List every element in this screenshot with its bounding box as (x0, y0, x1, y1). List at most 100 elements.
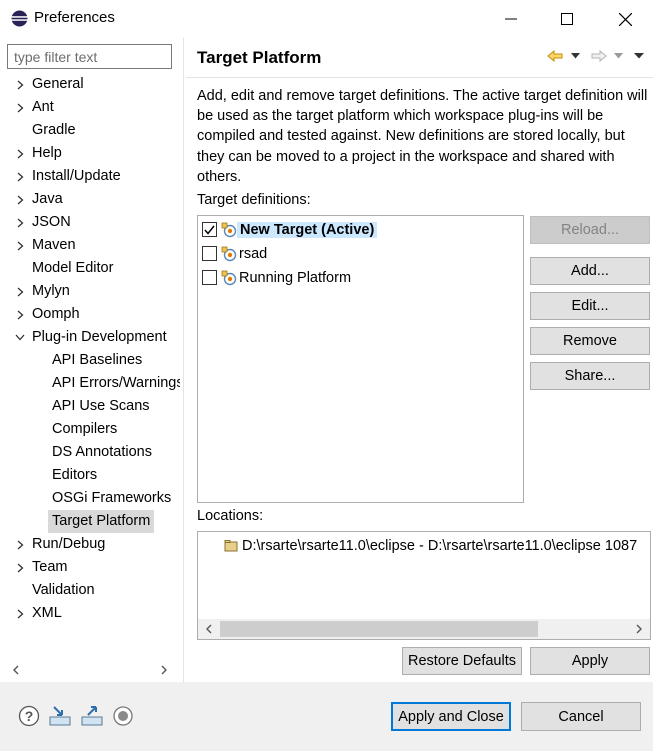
tree-item[interactable]: API Baselines (0, 349, 180, 372)
tree-item[interactable]: Run/Debug (0, 533, 180, 556)
tree-item-label: Validation (32, 582, 95, 598)
chevron-right-icon[interactable] (14, 211, 26, 234)
import-preferences-icon[interactable] (48, 705, 71, 727)
share-button[interactable]: Share... (530, 362, 650, 390)
tree-item[interactable]: Mylyn (0, 280, 180, 303)
target-definition-item[interactable]: Running Platform (202, 266, 351, 289)
scroll-track (27, 662, 153, 678)
target-definition-label: Running Platform (239, 269, 352, 286)
forward-arrow-icon[interactable] (589, 46, 609, 66)
tree-item[interactable]: Validation (0, 579, 180, 602)
eclipse-app-icon (11, 10, 28, 27)
scroll-left-icon[interactable] (200, 619, 218, 639)
chevron-right-icon[interactable] (14, 280, 26, 303)
tree-item-label: Help (32, 145, 62, 161)
export-preferences-icon[interactable] (80, 705, 103, 727)
tree-item-label: Install/Update (32, 168, 121, 184)
target-definition-item[interactable]: New Target (Active) (202, 218, 378, 241)
restore-defaults-button[interactable]: Restore Defaults (402, 647, 522, 675)
chevron-down-icon[interactable] (14, 326, 26, 349)
tree-item[interactable]: Maven (0, 234, 180, 257)
remove-button[interactable]: Remove (530, 327, 650, 355)
tree-item[interactable]: Team (0, 556, 180, 579)
chevron-right-icon[interactable] (14, 73, 26, 96)
locations-horizontal-scrollbar[interactable] (198, 619, 650, 639)
tree-item[interactable]: Plug-in Development (0, 326, 180, 349)
tree-item-label: API Baselines (52, 352, 143, 368)
svg-text:?: ? (25, 708, 34, 724)
tree-item[interactable]: General (0, 73, 180, 96)
chevron-right-icon[interactable] (14, 165, 26, 188)
header-separator (186, 77, 653, 78)
apply-and-close-button[interactable]: Apply and Close (391, 702, 511, 731)
back-arrow-icon[interactable] (545, 46, 565, 66)
target-definitions-list[interactable]: New Target (Active) rsad Running Platform (197, 215, 524, 503)
chevron-right-icon[interactable] (14, 533, 26, 556)
close-icon (618, 12, 632, 26)
minimize-button[interactable] (483, 0, 539, 38)
filter-input[interactable] (7, 44, 172, 69)
target-checkbox[interactable] (202, 270, 217, 285)
chevron-right-icon[interactable] (14, 556, 26, 579)
edit-button[interactable]: Edit... (530, 292, 650, 320)
apply-button[interactable]: Apply (530, 647, 650, 675)
back-menu-chevron-down-icon[interactable] (569, 46, 581, 66)
panel-divider[interactable] (183, 38, 184, 682)
page-description: Add, edit and remove target definitions.… (197, 88, 648, 185)
tree-item[interactable]: Model Editor (0, 257, 180, 280)
locations-list[interactable]: D:\rsarte\rsarte11.0\eclipse - D:\rsarte… (197, 531, 651, 640)
tree-item[interactable]: Oomph (0, 303, 180, 326)
scroll-left-icon[interactable] (7, 660, 25, 680)
chevron-right-icon[interactable] (14, 142, 26, 165)
target-checkbox[interactable] (202, 246, 217, 261)
tree-item-label: Plug-in Development (32, 329, 167, 345)
tree-item-label: General (32, 76, 84, 92)
target-checkbox[interactable] (202, 222, 217, 237)
tree-item[interactable]: Ant (0, 96, 180, 119)
target-definition-icon (221, 270, 237, 286)
tree-item-label: Maven (32, 237, 76, 253)
target-definition-icon (221, 222, 237, 238)
chevron-right-icon[interactable] (14, 602, 26, 625)
tree-item-label: Java (32, 191, 63, 207)
reload-button[interactable]: Reload... (530, 216, 650, 244)
tree-item[interactable]: API Errors/Warnings (0, 372, 180, 395)
tree-item[interactable]: Install/Update (0, 165, 180, 188)
tree-item[interactable]: API Use Scans (0, 395, 180, 418)
location-item[interactable]: D:\rsarte\rsarte11.0\eclipse - D:\rsarte… (224, 536, 637, 556)
record-icon[interactable] (112, 705, 134, 727)
tree-item[interactable]: Compilers (0, 418, 180, 441)
tree-item-label: Editors (52, 467, 98, 483)
tree-item[interactable]: Gradle (0, 119, 180, 142)
tree-item[interactable]: JSON (0, 211, 180, 234)
close-button[interactable] (597, 0, 653, 38)
chevron-right-icon[interactable] (14, 303, 26, 326)
tree-item[interactable]: Java (0, 188, 180, 211)
target-definition-item[interactable]: rsad (202, 242, 267, 265)
view-menu-icon[interactable] (632, 46, 646, 66)
help-icon[interactable]: ? (18, 705, 40, 727)
tree-item[interactable]: OSGi Frameworks (0, 487, 180, 510)
tree-item-label: XML (32, 605, 62, 621)
tree-item[interactable]: Help (0, 142, 180, 165)
tree-item[interactable]: DS Annotations (0, 441, 180, 464)
tree-item-label: Compilers (52, 421, 118, 437)
chevron-right-icon[interactable] (14, 96, 26, 119)
tree-item[interactable]: XML (0, 602, 180, 625)
maximize-button[interactable] (539, 0, 595, 38)
sidebar-horizontal-scrollbar[interactable] (7, 660, 173, 680)
tree-item-label: JSON (32, 214, 71, 230)
forward-menu-chevron-down-icon[interactable] (612, 46, 624, 66)
scroll-right-icon[interactable] (630, 619, 648, 639)
tree-item[interactable]: Target Platform (0, 510, 180, 533)
add-button[interactable]: Add... (530, 257, 650, 285)
chevron-right-icon[interactable] (14, 234, 26, 257)
chevron-right-icon[interactable] (14, 188, 26, 211)
scroll-right-icon[interactable] (155, 660, 173, 680)
target-definition-label: New Target (Active) (237, 221, 378, 238)
maximize-icon (561, 13, 573, 25)
cancel-button[interactable]: Cancel (521, 702, 641, 731)
tree-item-label: Run/Debug (32, 536, 106, 552)
tree-item[interactable]: Editors (0, 464, 180, 487)
scroll-thumb[interactable] (220, 621, 538, 637)
